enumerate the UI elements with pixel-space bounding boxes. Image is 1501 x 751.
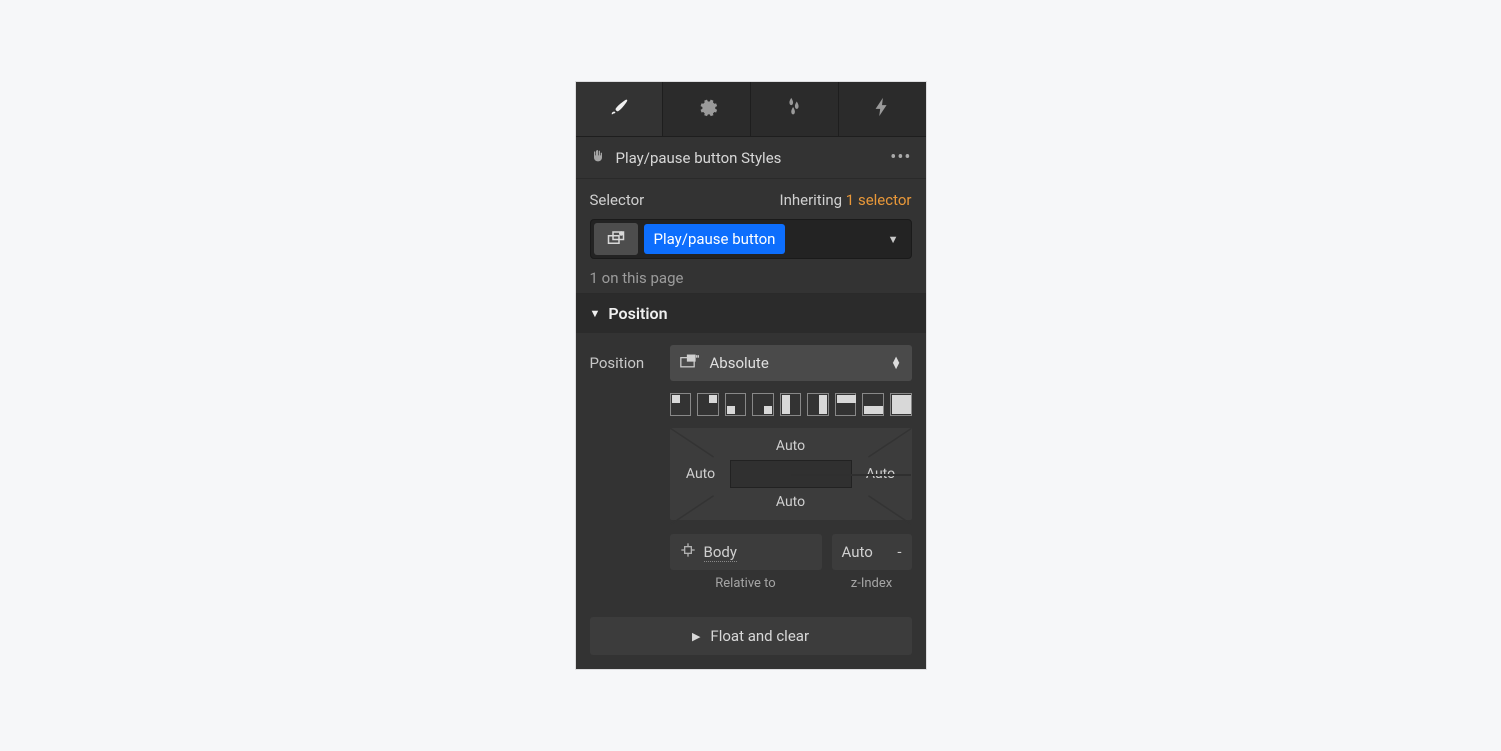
offset-left[interactable]: Auto	[686, 466, 715, 482]
zindex-label: z-Index	[832, 576, 912, 591]
offset-right[interactable]: Auto	[866, 466, 895, 482]
position-row: Position Absolute ▲▼	[590, 345, 912, 381]
anchor-full[interactable]	[890, 393, 912, 416]
anchor-top-left[interactable]	[670, 393, 692, 416]
position-dropdown[interactable]: Absolute ▲▼	[670, 345, 912, 381]
section-title: Position	[608, 304, 667, 323]
offset-inner	[730, 460, 852, 488]
panel-tabs	[576, 82, 926, 137]
target-icon	[680, 542, 696, 562]
section-body-position: Position Absolute ▲▼	[576, 333, 926, 605]
position-label: Position	[590, 354, 658, 372]
tab-style[interactable]	[576, 82, 664, 136]
element-title: Play/pause button Styles	[616, 149, 782, 167]
gear-icon	[696, 96, 718, 122]
offset-box: Auto Auto Auto Auto	[670, 428, 912, 520]
offset-bottom[interactable]: Auto	[776, 494, 805, 510]
inheriting-link[interactable]: 1 selector	[846, 191, 912, 209]
chevron-down-icon[interactable]: ▼	[888, 233, 899, 246]
anchor-bottom-left[interactable]	[725, 393, 747, 416]
selector-block: Selector Inheriting 1 selector Play/paus…	[576, 179, 926, 294]
anchor-top-right[interactable]	[697, 393, 719, 416]
anchor-bottom[interactable]	[862, 393, 884, 416]
zindex-dash: -	[897, 543, 901, 561]
offset-top[interactable]: Auto	[776, 438, 805, 454]
relative-zindex-labels: Relative to z-Index	[670, 576, 912, 591]
tab-settings[interactable]	[663, 82, 751, 136]
section-head-position[interactable]: ▼ Position	[576, 294, 926, 333]
relative-to-label: Relative to	[670, 576, 822, 591]
hand-icon	[590, 148, 606, 168]
position-value: Absolute	[710, 354, 769, 372]
lightning-icon	[871, 96, 893, 122]
element-title-row: Play/pause button Styles	[590, 148, 782, 168]
zindex-value: Auto	[842, 543, 873, 561]
style-panel: Play/pause button Styles ••• Selector In…	[576, 82, 926, 669]
selector-input[interactable]: Play/pause button ▼	[590, 219, 912, 259]
zindex-input[interactable]: Auto -	[832, 534, 912, 570]
chevron-right-icon: ▶	[692, 630, 700, 643]
tab-interactions[interactable]	[839, 82, 926, 136]
class-chip[interactable]: Play/pause button	[644, 224, 786, 254]
anchor-right[interactable]	[807, 393, 829, 416]
chevron-down-icon: ▼	[590, 307, 601, 320]
tab-effects[interactable]	[751, 82, 839, 136]
element-header: Play/pause button Styles •••	[576, 137, 926, 179]
selector-label: Selector	[590, 191, 645, 209]
relative-to-button[interactable]: Body	[670, 534, 822, 570]
anchor-top[interactable]	[835, 393, 857, 416]
float-clear-toggle[interactable]: ▶ Float and clear	[590, 617, 912, 655]
more-icon[interactable]: •••	[890, 147, 911, 168]
relative-zindex-row: Body Auto -	[670, 534, 912, 570]
inheriting-wrap: Inheriting 1 selector	[779, 191, 911, 209]
droplets-icon	[783, 96, 805, 122]
state-icon	[607, 230, 625, 249]
state-button[interactable]	[594, 223, 638, 255]
brush-icon	[608, 96, 630, 122]
relative-to-value: Body	[704, 543, 737, 562]
anchor-bottom-right[interactable]	[752, 393, 774, 416]
inheriting-label: Inheriting	[779, 191, 842, 209]
position-mode-icon	[680, 354, 700, 372]
anchor-presets	[670, 393, 912, 416]
float-clear-label: Float and clear	[710, 627, 809, 645]
anchor-left[interactable]	[780, 393, 802, 416]
selector-footer: 1 on this page	[590, 269, 912, 287]
updown-icon: ▲▼	[891, 357, 902, 369]
selector-top-row: Selector Inheriting 1 selector	[590, 191, 912, 209]
